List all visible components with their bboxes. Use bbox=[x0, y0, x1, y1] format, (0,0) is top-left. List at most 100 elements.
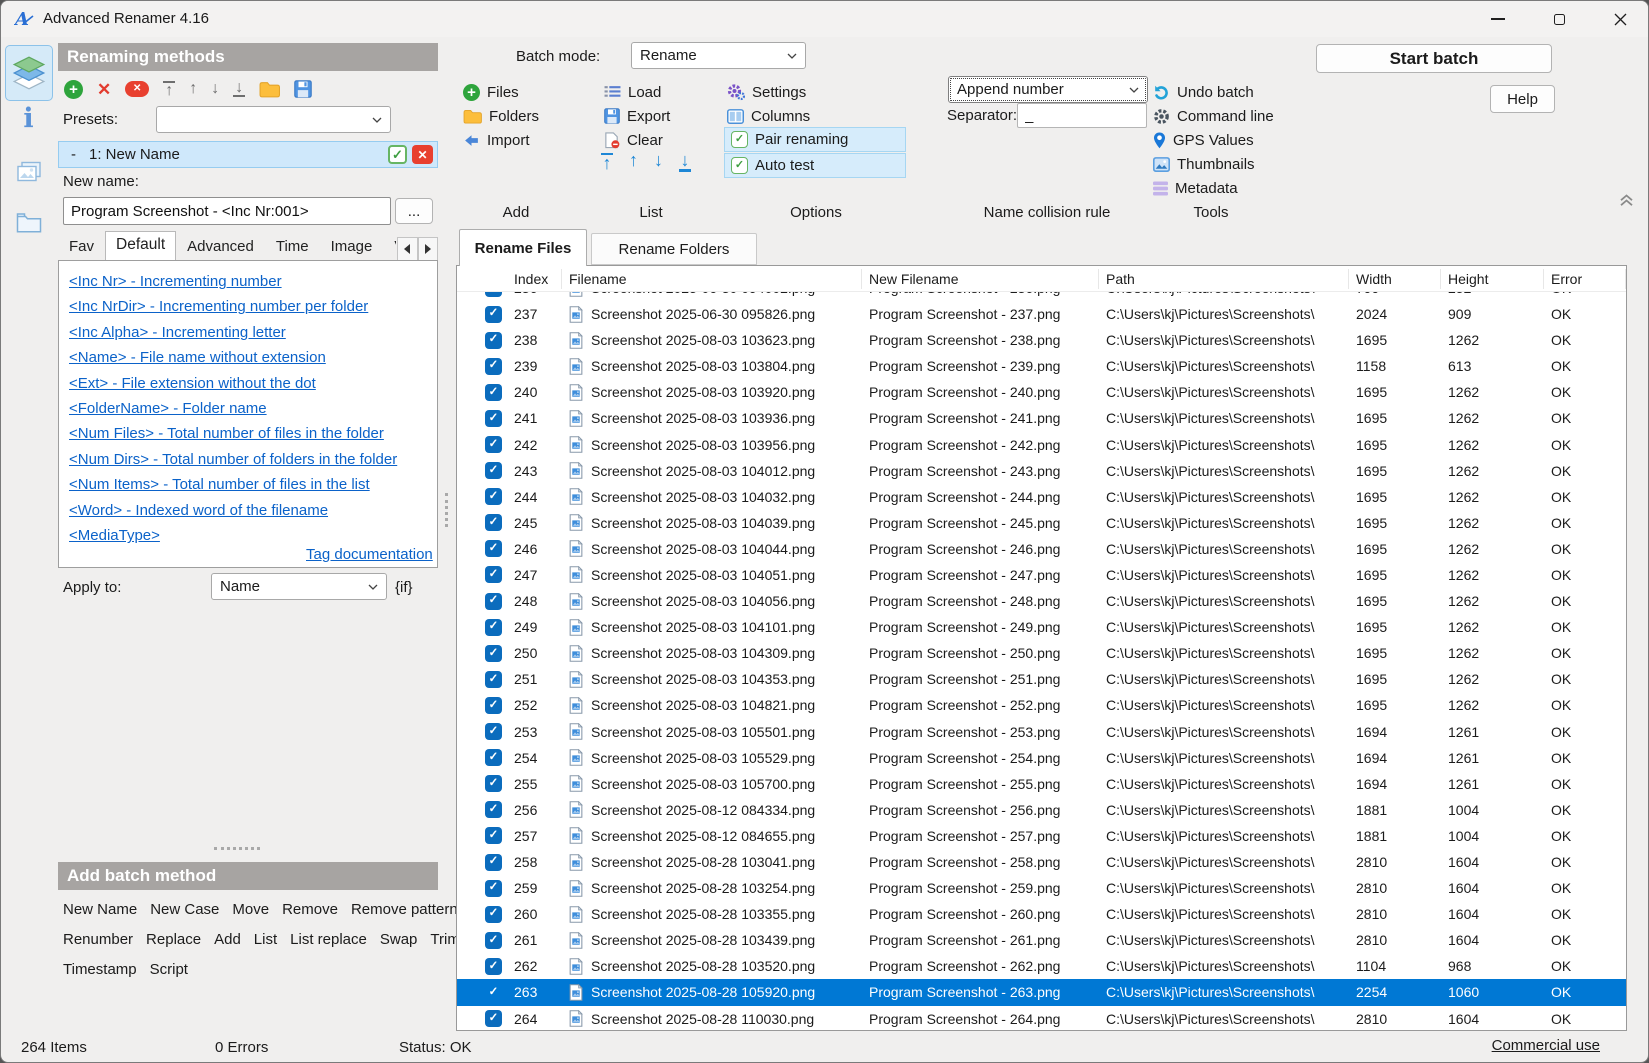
column-header[interactable]: Error bbox=[1544, 269, 1626, 289]
commercial-use-link[interactable]: Commercial use bbox=[1492, 1037, 1600, 1054]
load-list-button[interactable]: Load bbox=[604, 81, 661, 103]
row-checkbox[interactable]: ✓ bbox=[485, 436, 502, 453]
batch-method-link[interactable]: Swap bbox=[380, 931, 418, 948]
tag-link[interactable]: <Ext> - File extension without the dot bbox=[69, 371, 437, 396]
table-row[interactable]: ✓252Screenshot 2025-08-03 104821.pngProg… bbox=[457, 692, 1626, 718]
import-button[interactable]: Import bbox=[463, 129, 530, 151]
row-checkbox[interactable]: ✓ bbox=[485, 958, 502, 975]
separator-input[interactable] bbox=[1017, 103, 1147, 128]
table-row[interactable]: ✓255Screenshot 2025-08-03 105700.pngProg… bbox=[457, 771, 1626, 797]
horizontal-splitter[interactable] bbox=[214, 847, 260, 850]
close-button[interactable] bbox=[1597, 1, 1643, 37]
row-checkbox[interactable]: ✓ bbox=[485, 775, 502, 792]
tab-rename-files[interactable]: Rename Files bbox=[459, 229, 587, 266]
table-row[interactable]: ✓240Screenshot 2025-08-03 103920.pngProg… bbox=[457, 379, 1626, 405]
row-checkbox[interactable]: ✓ bbox=[485, 827, 502, 844]
move-method-bottom-button[interactable]: ↓ bbox=[233, 81, 245, 98]
batch-method-link[interactable]: New Name bbox=[63, 901, 137, 918]
row-checkbox[interactable]: ✓ bbox=[485, 1010, 502, 1027]
row-checkbox[interactable]: ✓ bbox=[485, 645, 502, 662]
table-row-clipped[interactable]: ✓236Screenshot 2025-06-30 094002.pngProg… bbox=[457, 292, 1626, 301]
tag-link[interactable]: <Inc Alpha> - Incrementing letter bbox=[69, 320, 437, 345]
tab-scroll-left-button[interactable] bbox=[397, 237, 417, 261]
columns-button[interactable]: Columns bbox=[727, 105, 810, 127]
remove-method-button[interactable]: ✕ bbox=[97, 81, 111, 98]
table-row[interactable]: ✓250Screenshot 2025-08-03 104309.pngProg… bbox=[457, 640, 1626, 666]
row-checkbox[interactable]: ✓ bbox=[485, 723, 502, 740]
column-header-select[interactable] bbox=[457, 269, 507, 289]
batch-method-link[interactable]: Move bbox=[232, 901, 269, 918]
new-name-input[interactable] bbox=[63, 197, 391, 225]
tag-link[interactable]: <Num Items> - Total number of files in t… bbox=[69, 472, 437, 497]
gps-values-button[interactable]: GPS Values bbox=[1153, 129, 1254, 151]
move-method-top-button[interactable]: ↑ bbox=[163, 81, 175, 98]
batch-method-link[interactable]: Timestamp bbox=[63, 961, 137, 978]
move-file-up-button[interactable]: ↑ bbox=[629, 153, 638, 172]
table-row[interactable]: ✓242Screenshot 2025-08-03 103956.pngProg… bbox=[457, 431, 1626, 457]
tab-rename-folders[interactable]: Rename Folders bbox=[591, 233, 757, 265]
row-checkbox[interactable]: ✓ bbox=[485, 306, 502, 323]
row-checkbox[interactable]: ✓ bbox=[485, 697, 502, 714]
row-checkbox[interactable]: ✓ bbox=[485, 749, 502, 766]
pair-renaming-toggle[interactable]: ✓ Pair renaming bbox=[724, 127, 906, 152]
table-row[interactable]: ✓249Screenshot 2025-08-03 104101.pngProg… bbox=[457, 614, 1626, 640]
tag-link[interactable]: <MediaType> bbox=[69, 523, 437, 548]
add-method-button[interactable]: + bbox=[64, 80, 83, 99]
column-header[interactable]: Filename bbox=[562, 269, 862, 289]
row-checkbox[interactable]: ✓ bbox=[485, 880, 502, 897]
table-row[interactable]: ✓259Screenshot 2025-08-28 103254.pngProg… bbox=[457, 875, 1626, 901]
tag-link[interactable]: <Inc NrDir> - Incrementing number per fo… bbox=[69, 294, 437, 319]
row-checkbox[interactable]: ✓ bbox=[485, 932, 502, 949]
table-row[interactable]: ✓260Screenshot 2025-08-28 103355.pngProg… bbox=[457, 901, 1626, 927]
tab-image[interactable]: Image bbox=[320, 233, 384, 261]
method-delete-button[interactable]: ✕ bbox=[412, 145, 433, 164]
maximize-button[interactable] bbox=[1536, 1, 1582, 37]
table-row[interactable]: ✓244Screenshot 2025-08-03 104032.pngProg… bbox=[457, 484, 1626, 510]
batch-method-link[interactable]: Replace bbox=[146, 931, 201, 948]
column-header[interactable]: Path bbox=[1099, 269, 1349, 289]
command-line-button[interactable]: Command line bbox=[1153, 105, 1274, 127]
row-checkbox[interactable]: ✓ bbox=[485, 358, 502, 375]
export-list-button[interactable]: Export bbox=[604, 105, 670, 127]
tag-link[interactable]: <Word> - Indexed word of the filename bbox=[69, 498, 437, 523]
move-method-down-button[interactable]: ↓ bbox=[211, 82, 219, 96]
row-checkbox[interactable]: ✓ bbox=[485, 410, 502, 427]
batch-method-link[interactable]: Renumber bbox=[63, 931, 133, 948]
table-row[interactable]: ✓251Screenshot 2025-08-03 104353.pngProg… bbox=[457, 666, 1626, 692]
browse-tags-button[interactable]: ... bbox=[395, 198, 433, 224]
table-row[interactable]: ✓243Screenshot 2025-08-03 104012.pngProg… bbox=[457, 458, 1626, 484]
row-checkbox[interactable]: ✓ bbox=[485, 566, 502, 583]
row-checkbox[interactable]: ✓ bbox=[485, 540, 502, 557]
tab-advanced[interactable]: Advanced bbox=[176, 233, 265, 261]
table-row[interactable]: ✓247Screenshot 2025-08-03 104051.pngProg… bbox=[457, 562, 1626, 588]
save-preset-icon[interactable] bbox=[294, 80, 312, 98]
presets-dropdown[interactable] bbox=[156, 106, 391, 133]
column-header[interactable]: Index bbox=[507, 269, 562, 289]
auto-test-toggle[interactable]: ✓ Auto test bbox=[724, 153, 906, 178]
add-folders-button[interactable]: Folders bbox=[463, 105, 539, 127]
batch-method-link[interactable]: New Case bbox=[150, 901, 219, 918]
table-row-selected[interactable]: ✓263Screenshot 2025-08-28 105920.pngProg… bbox=[457, 979, 1626, 1005]
table-row[interactable]: ✓246Screenshot 2025-08-03 104044.pngProg… bbox=[457, 536, 1626, 562]
row-checkbox[interactable]: ✓ bbox=[485, 384, 502, 401]
clear-list-button[interactable]: Clear bbox=[604, 129, 663, 151]
help-button[interactable]: Help bbox=[1490, 85, 1555, 113]
rail-renaming-methods-button[interactable] bbox=[5, 45, 53, 101]
table-row[interactable]: ✓239Screenshot 2025-08-03 103804.pngProg… bbox=[457, 353, 1626, 379]
table-row[interactable]: ✓236Screenshot 2025-06-30 094002.pngProg… bbox=[457, 292, 1626, 301]
rail-info-button[interactable]: i bbox=[1, 105, 56, 132]
column-header[interactable]: Width bbox=[1349, 269, 1441, 289]
row-checkbox[interactable]: ✓ bbox=[485, 619, 502, 636]
tab-fav[interactable]: Fav bbox=[58, 233, 105, 261]
table-row[interactable]: ✓264Screenshot 2025-08-28 110030.pngProg… bbox=[457, 1006, 1626, 1031]
apply-to-dropdown[interactable]: Name bbox=[211, 573, 387, 600]
table-row[interactable]: ✓245Screenshot 2025-08-03 104039.pngProg… bbox=[457, 510, 1626, 536]
row-checkbox[interactable]: ✓ bbox=[485, 906, 502, 923]
table-row[interactable]: ✓254Screenshot 2025-08-03 105529.pngProg… bbox=[457, 745, 1626, 771]
column-header[interactable]: Height bbox=[1441, 269, 1544, 289]
if-tag-label[interactable]: {if} bbox=[395, 579, 413, 596]
undo-batch-button[interactable]: Undo batch bbox=[1153, 81, 1254, 103]
add-files-button[interactable]: + Files bbox=[463, 81, 519, 103]
tag-link[interactable]: <FolderName> - Folder name bbox=[69, 396, 437, 421]
row-checkbox[interactable]: ✓ bbox=[485, 984, 502, 1001]
